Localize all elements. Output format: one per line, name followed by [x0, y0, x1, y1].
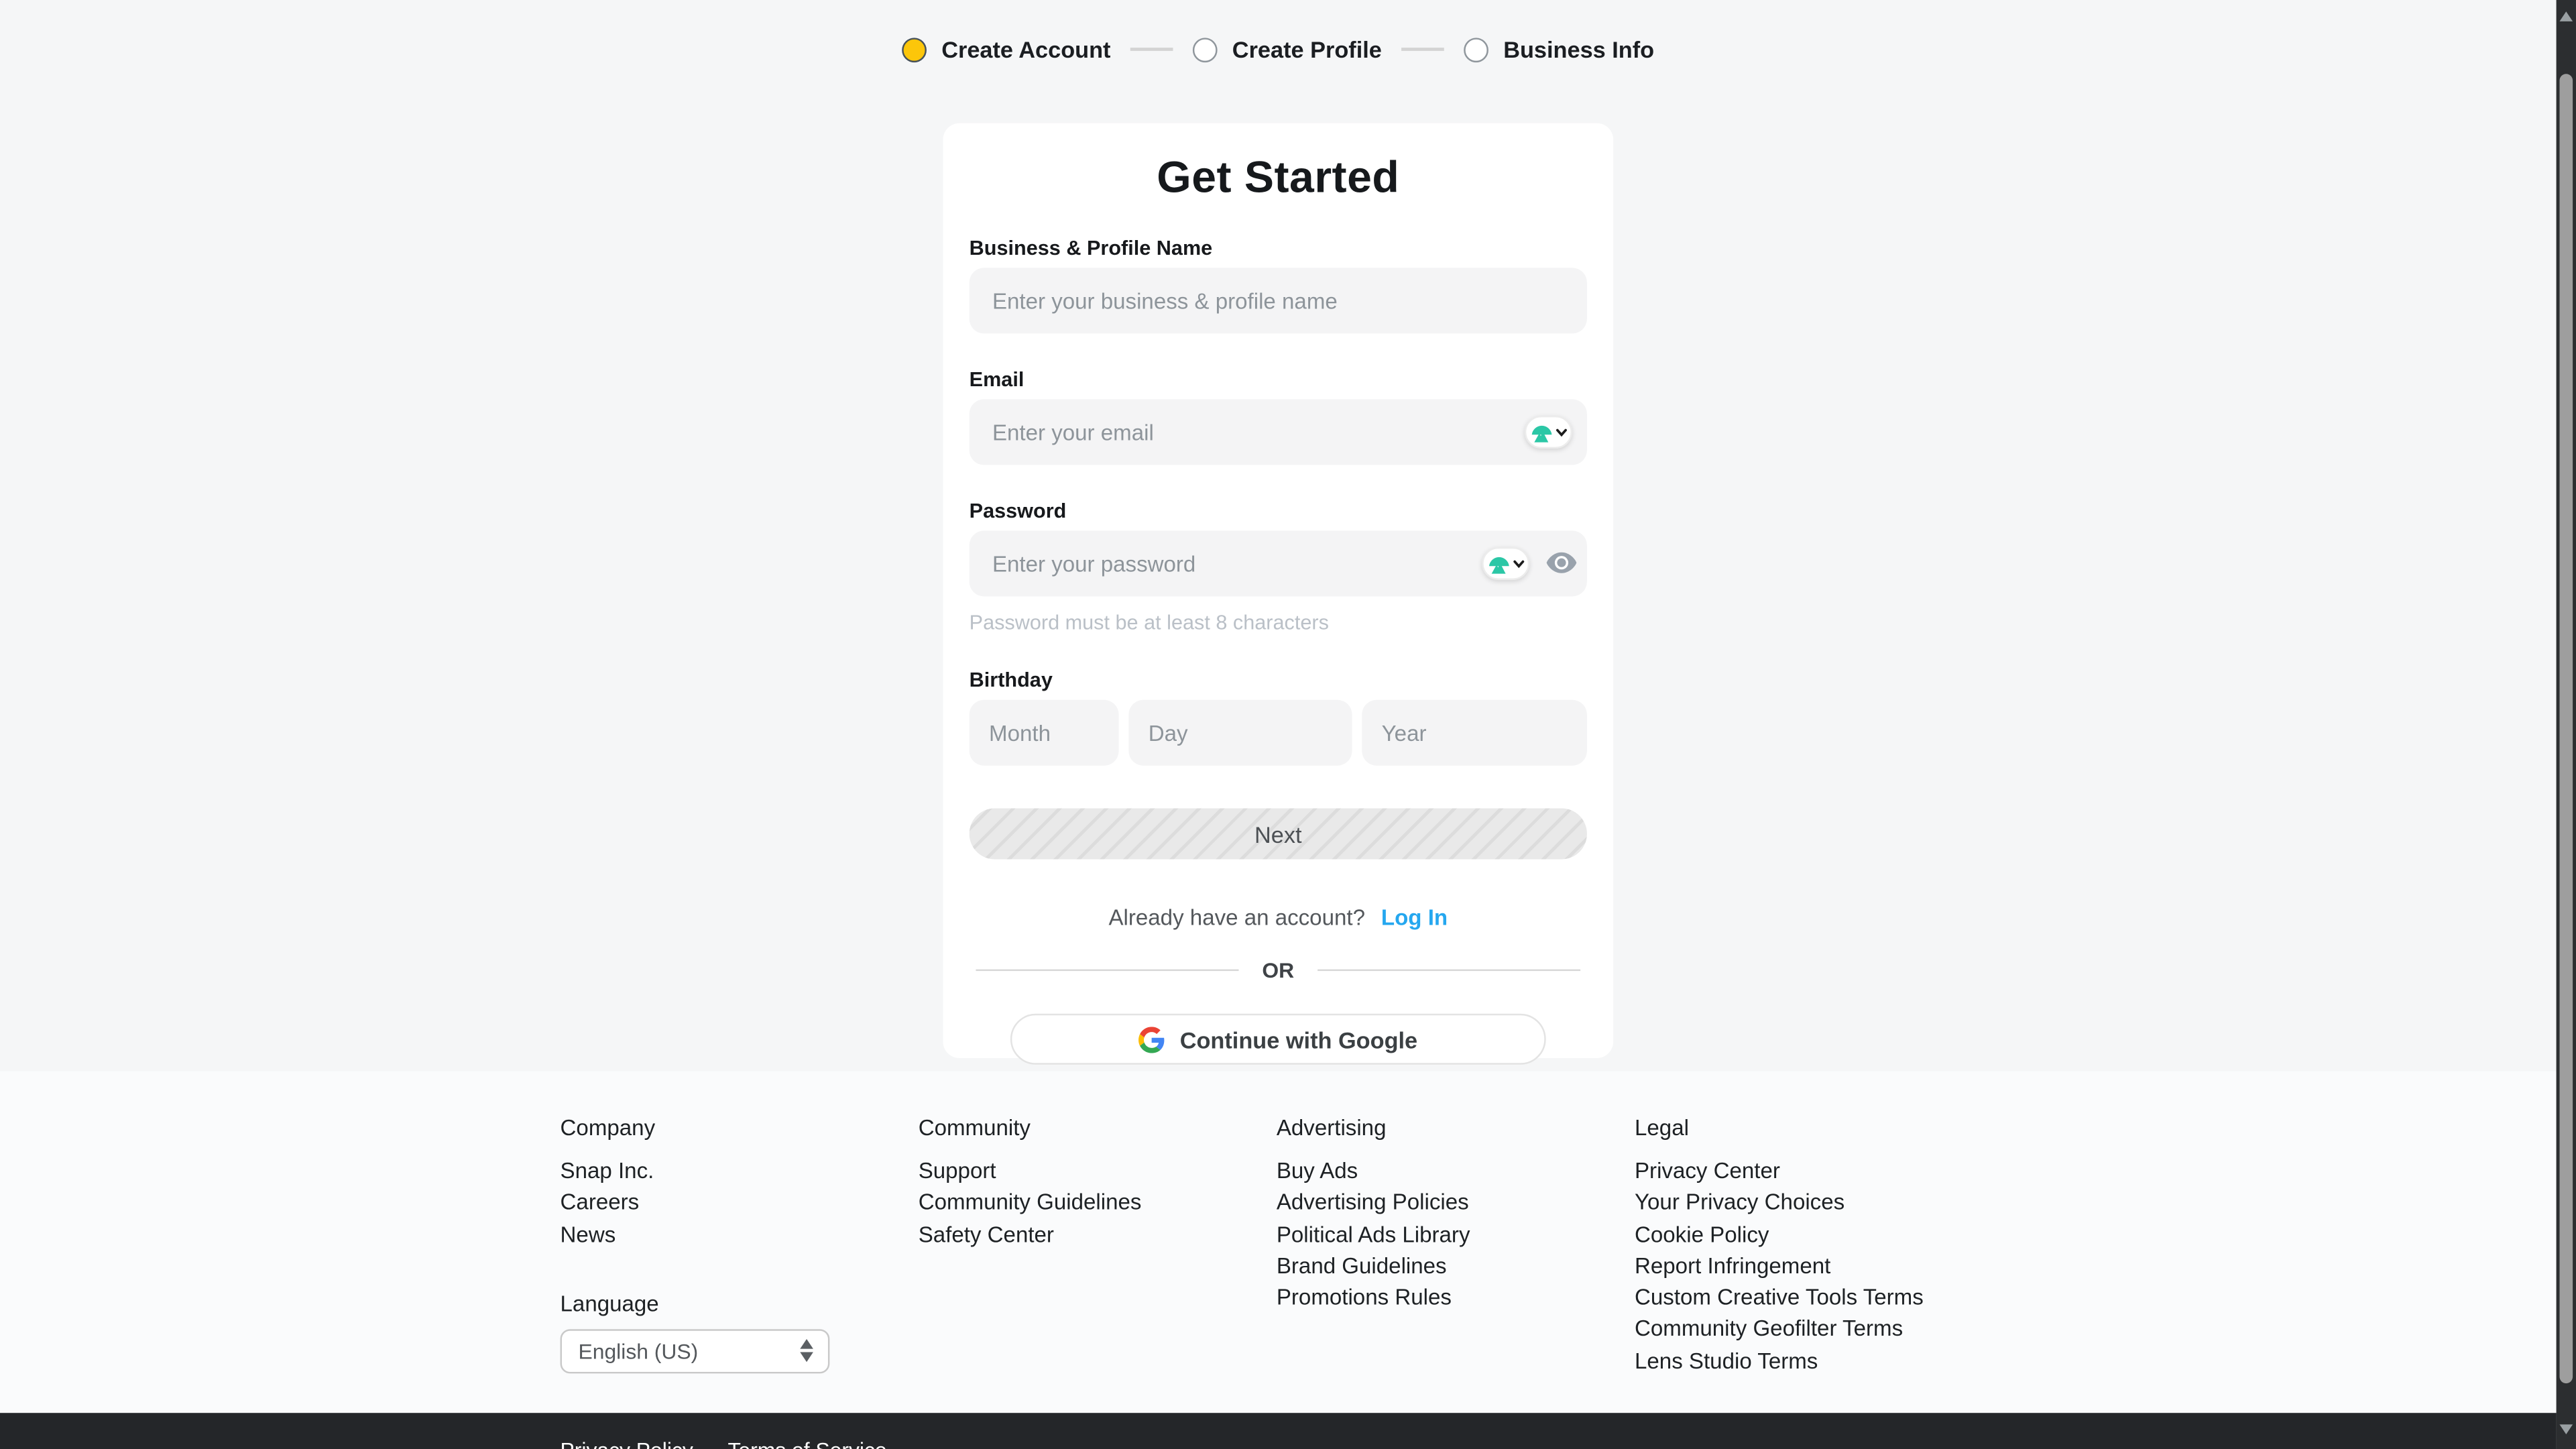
language-selected-value: English (US)	[578, 1339, 698, 1364]
footer-link-your-privacy-choices[interactable]: Your Privacy Choices	[1635, 1187, 1993, 1218]
divider-line	[976, 969, 1239, 972]
show-password-eye-icon[interactable]	[1546, 550, 1578, 575]
business-name-label: Business & Profile Name	[970, 237, 1587, 259]
footer-link-political-ads-library[interactable]: Political Ads Library	[1277, 1218, 1635, 1250]
login-row: Already have an account? Log In	[970, 905, 1587, 930]
footer-link-news[interactable]: News	[561, 1218, 919, 1250]
step-label: Business Info	[1503, 36, 1654, 62]
step-create-account: Create Account	[902, 36, 1110, 62]
birthday-month-wrap	[970, 700, 1119, 766]
birthday-row	[970, 700, 1587, 766]
divider-text: OR	[1262, 958, 1294, 982]
birthday-day-input[interactable]	[1128, 700, 1352, 766]
next-button[interactable]: Next	[970, 809, 1587, 860]
footer-link-report-infringement[interactable]: Report Infringement	[1635, 1250, 1993, 1281]
get-started-card: Get Started Business & Profile Name Emai…	[943, 123, 1613, 1058]
birthday-month-input[interactable]	[970, 700, 1119, 766]
scrollbar[interactable]	[2557, 0, 2576, 1449]
signup-section: Create Account Create Profile Business I…	[0, 0, 2557, 1071]
step-create-profile: Create Profile	[1193, 36, 1382, 62]
privacy-policy-link[interactable]: Privacy Policy	[561, 1438, 693, 1449]
bottom-legal-bar: Privacy Policy Terms of Service	[0, 1413, 2557, 1449]
step-label: Create Account	[941, 36, 1110, 62]
footer-column-title: Advertising	[1277, 1116, 1635, 1141]
footer-link-lens-studio-terms[interactable]: Lens Studio Terms	[1635, 1345, 1993, 1377]
footer-column-title: Company	[561, 1116, 919, 1141]
step-connector	[1401, 48, 1444, 51]
step-inactive-indicator-icon	[1464, 37, 1488, 62]
scroll-down-arrow-icon[interactable]	[2559, 1424, 2573, 1434]
password-manager-autofill-icon[interactable]	[1525, 416, 1572, 449]
step-business-info: Business Info	[1464, 36, 1654, 62]
birthday-day-wrap	[1128, 700, 1352, 766]
birthday-year-input[interactable]	[1362, 700, 1587, 766]
scrollbar-thumb[interactable]	[2559, 74, 2573, 1383]
footer-link-safety-center[interactable]: Safety Center	[919, 1218, 1277, 1250]
language-label: Language	[561, 1291, 659, 1316]
progress-stepper: Create Account Create Profile Business I…	[0, 36, 2557, 62]
scroll-up-arrow-icon[interactable]	[2559, 11, 2573, 21]
terms-of-service-link[interactable]: Terms of Service	[727, 1438, 886, 1449]
select-arrows-icon	[800, 1339, 813, 1362]
footer-link-community-guidelines[interactable]: Community Guidelines	[919, 1187, 1277, 1218]
email-field-wrap	[970, 399, 1587, 465]
chevron-down-icon	[1513, 559, 1525, 567]
business-name-input[interactable]	[970, 268, 1587, 333]
divider-line	[1317, 969, 1580, 972]
step-connector	[1130, 48, 1173, 51]
step-inactive-indicator-icon	[1193, 37, 1218, 62]
footer-link-brand-guidelines[interactable]: Brand Guidelines	[1277, 1250, 1635, 1281]
footer-column-legal: Legal Privacy Center Your Privacy Choice…	[1635, 1116, 1993, 1377]
email-input[interactable]	[970, 399, 1587, 465]
birthday-year-wrap	[1362, 700, 1587, 766]
footer-link-community-geofilter-terms[interactable]: Community Geofilter Terms	[1635, 1314, 1993, 1345]
footer-link-careers[interactable]: Careers	[561, 1187, 919, 1218]
or-divider: OR	[976, 958, 1580, 982]
footer-link-buy-ads[interactable]: Buy Ads	[1277, 1155, 1635, 1187]
google-g-logo-icon	[1138, 1026, 1165, 1052]
footer-link-privacy-center[interactable]: Privacy Center	[1635, 1155, 1993, 1187]
continue-with-google-button[interactable]: Continue with Google	[1010, 1014, 1546, 1065]
login-prompt-text: Already have an account?	[1108, 905, 1365, 930]
footer-link-custom-creative-tools-terms[interactable]: Custom Creative Tools Terms	[1635, 1282, 1993, 1314]
business-name-field-wrap	[970, 268, 1587, 333]
password-label: Password	[970, 500, 1587, 522]
page: Create Account Create Profile Business I…	[0, 0, 2576, 1449]
site-footer: Company Snap Inc. Careers News Community…	[0, 1071, 2557, 1413]
google-button-label: Continue with Google	[1180, 1026, 1417, 1052]
step-active-indicator-icon	[902, 37, 927, 62]
page-title: Get Started	[970, 150, 1587, 202]
log-in-link[interactable]: Log In	[1381, 905, 1448, 930]
step-label: Create Profile	[1232, 36, 1382, 62]
footer-link-cookie-policy[interactable]: Cookie Policy	[1635, 1218, 1993, 1250]
footer-link-advertising-policies[interactable]: Advertising Policies	[1277, 1187, 1635, 1218]
footer-column-advertising: Advertising Buy Ads Advertising Policies…	[1277, 1116, 1635, 1377]
footer-column-title: Legal	[1635, 1116, 1993, 1141]
password-helper-text: Password must be at least 8 characters	[970, 611, 1587, 634]
email-label: Email	[970, 368, 1587, 391]
footer-link-snap-inc[interactable]: Snap Inc.	[561, 1155, 919, 1187]
footer-column-title: Community	[919, 1116, 1277, 1141]
password-manager-autofill-icon[interactable]	[1482, 547, 1529, 580]
footer-link-support[interactable]: Support	[919, 1155, 1277, 1187]
birthday-label: Birthday	[970, 669, 1587, 691]
footer-link-promotions-rules[interactable]: Promotions Rules	[1277, 1282, 1635, 1314]
language-select[interactable]: English (US)	[561, 1329, 830, 1373]
password-field-wrap	[970, 530, 1587, 596]
footer-column-community: Community Support Community Guidelines S…	[919, 1116, 1277, 1377]
chevron-down-icon	[1556, 428, 1567, 436]
